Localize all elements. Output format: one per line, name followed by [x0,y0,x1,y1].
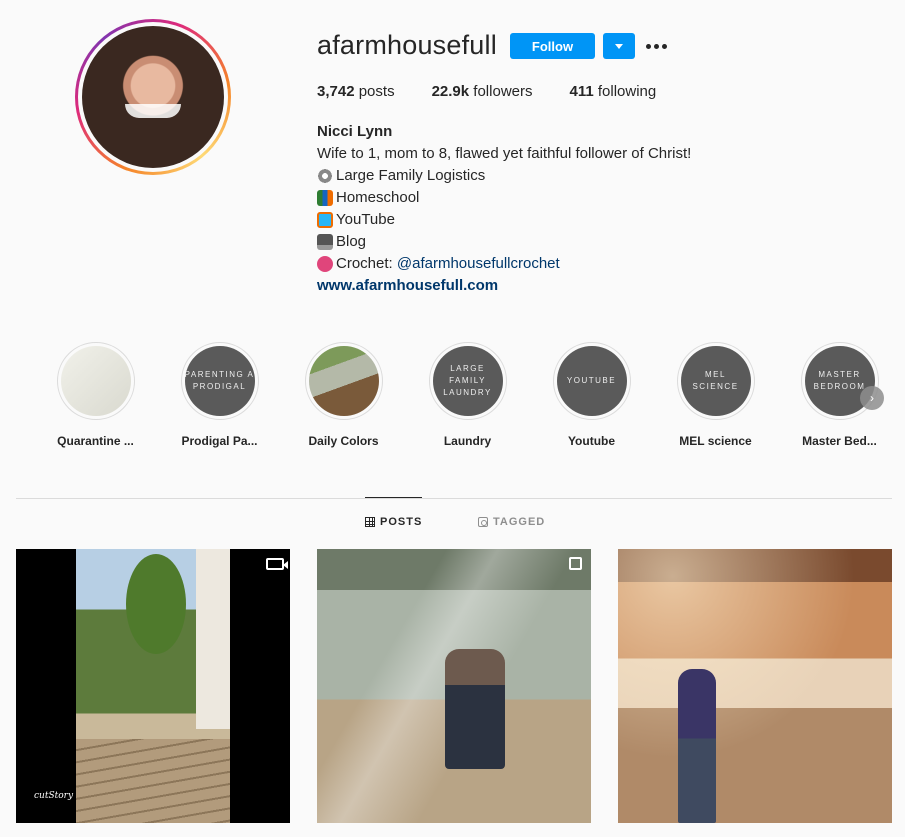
tabs-divider [16,498,892,499]
avatar[interactable] [82,26,224,168]
highlight-cover: PARENTING A PRODIGAL [184,346,255,416]
bio-line: Large Family Logistics [317,165,691,187]
story-highlights: Quarantine ... PARENTING A PRODIGAL Prod… [43,342,883,452]
bio-line: Crochet: @afarmhousefullcrochet [317,253,691,275]
following-stat[interactable]: 411 following [569,83,656,100]
bio-line: Blog [317,231,691,253]
profile-avatar-ring[interactable] [75,19,231,175]
highlight-label: Prodigal Pa... [181,434,258,448]
tab-tagged[interactable]: TAGGED [478,516,545,528]
tagged-icon [478,517,488,527]
chevron-right-icon[interactable]: › [860,386,884,410]
post-thumbnail[interactable] [618,549,892,823]
username: afarmhousefull [317,30,497,60]
laptop-icon [317,234,333,250]
active-tab-indicator [365,497,422,498]
more-options-icon[interactable] [646,38,670,54]
suggested-accounts-button[interactable] [603,33,635,59]
highlight-label: Master Bed... [802,434,877,448]
bio-line: Homeschool [317,187,691,209]
highlight-item[interactable]: MEL SCIENCE MEL science [663,342,768,448]
avatar-frame [78,22,228,172]
carousel-icon [569,557,582,570]
followers-stat[interactable]: 22.9k followers [432,83,533,100]
highlight-cover [60,346,131,416]
chevron-down-icon [615,44,623,49]
yarn-icon [317,256,333,272]
mention-link[interactable]: @afarmhousefullcrochet [397,253,560,275]
highlight-cover: LARGE FAMILY LAUNDRY [432,346,503,416]
profile-bio: Nicci Lynn Wife to 1, mom to 8, flawed y… [317,121,691,297]
follow-button[interactable]: Follow [510,33,595,59]
posts-stat: 3,742 posts [317,83,395,100]
highlight-cover: MEL SCIENCE [680,346,751,416]
highlight-item[interactable]: Daily Colors [291,342,396,448]
post-thumbnail[interactable] [317,549,591,823]
grid-icon [365,517,375,527]
gear-icon [317,168,333,184]
tab-posts[interactable]: POSTS [365,516,422,528]
highlight-label: MEL science [679,434,752,448]
highlight-item[interactable]: YOUTUBE Youtube [539,342,644,448]
highlight-item[interactable]: Quarantine ... [43,342,148,448]
video-icon [266,558,288,570]
highlight-label: Youtube [567,434,616,448]
books-icon [317,190,333,206]
bio-line: YouTube [317,209,691,231]
profile-stats: 3,742 posts 22.9k followers 411 followin… [317,83,693,100]
full-name: Nicci Lynn [317,123,393,140]
highlight-item[interactable]: LARGE FAMILY LAUNDRY Laundry [415,342,520,448]
highlight-label: Laundry [443,434,492,448]
post-watermark: cutStory [34,791,74,801]
highlight-cover [308,346,379,416]
bio-line: Wife to 1, mom to 8, flawed yet faithful… [317,145,692,162]
highlight-label: Daily Colors [308,434,379,448]
highlight-item[interactable]: PARENTING A PRODIGAL Prodigal Pa... [167,342,272,448]
tv-icon [317,212,333,228]
highlight-label: Quarantine ... [57,434,134,448]
highlight-cover: YOUTUBE [556,346,627,416]
website-link[interactable]: www.afarmhousefull.com [317,275,691,297]
post-thumbnail[interactable]: cutStory [16,549,290,823]
